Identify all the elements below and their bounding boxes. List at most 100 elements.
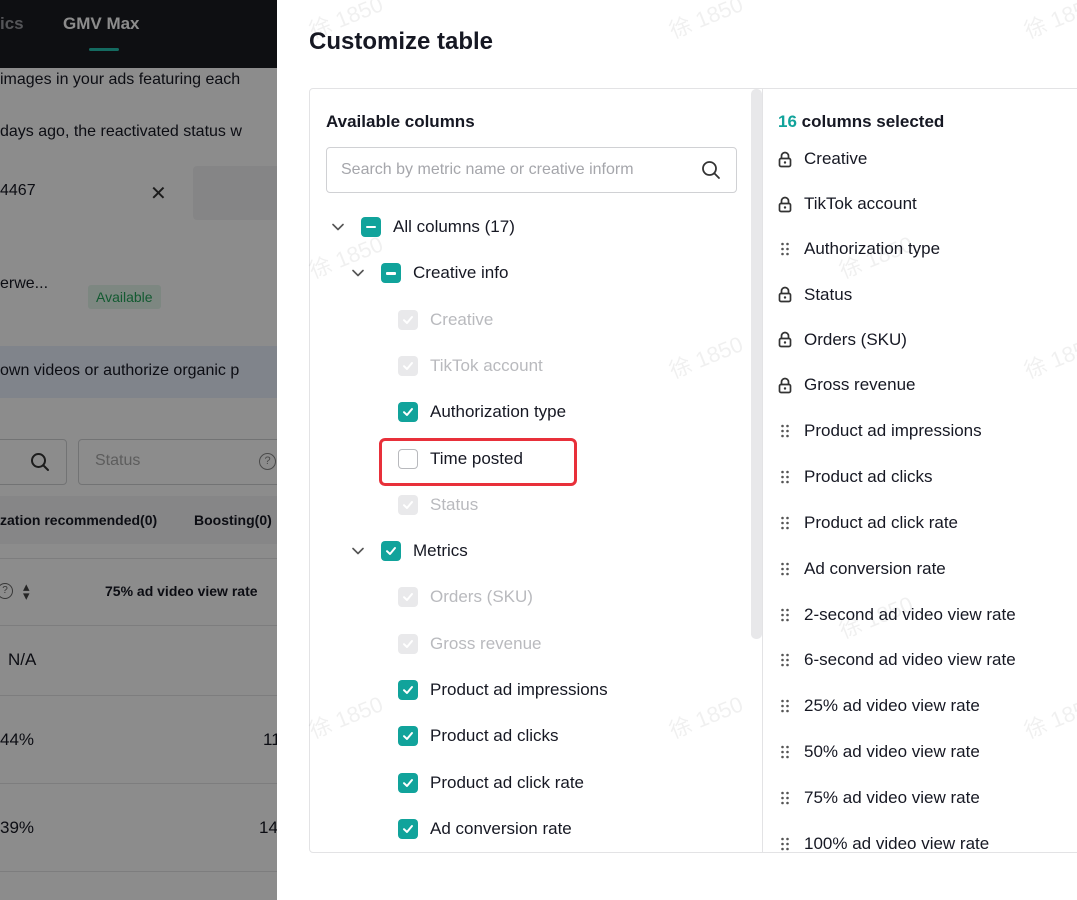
- tree-item-label: Gross revenue: [430, 633, 542, 653]
- tree-item-label: All columns (17): [393, 217, 515, 236]
- drawer-title: Customize table: [309, 28, 494, 55]
- selected-column-item[interactable]: 100% ad video view rate: [778, 831, 990, 853]
- background-page: ics GMV Max images in your ads featuring…: [0, 0, 277, 900]
- selected-column-item[interactable]: 25% ad video view rate: [778, 693, 980, 719]
- drag-handle-icon[interactable]: [778, 789, 792, 807]
- selected-column-item[interactable]: Ad conversion rate: [778, 556, 946, 582]
- selected-column-label: 25% ad video view rate: [804, 696, 980, 716]
- checkbox[interactable]: [361, 217, 381, 237]
- selected-column-label: Product ad clicks: [804, 466, 933, 486]
- drag-handle-icon[interactable]: [778, 468, 792, 486]
- drag-handle-icon[interactable]: [778, 697, 792, 715]
- checkbox[interactable]: [398, 402, 418, 423]
- selected-column-label: Orders (SKU): [804, 329, 907, 349]
- selected-column-item[interactable]: 6-second ad video view rate: [778, 647, 1016, 673]
- drag-handle-icon[interactable]: [778, 743, 792, 761]
- column-search-input[interactable]: [341, 148, 691, 192]
- column-search-box[interactable]: [326, 147, 737, 193]
- drag-handle-icon[interactable]: [778, 240, 792, 258]
- tree-item: Gross revenue: [398, 629, 542, 659]
- drag-handle-icon[interactable]: [778, 422, 792, 440]
- selected-column-label: Authorization type: [804, 239, 941, 259]
- selected-columns-panel: 16 columns selected Creative TikTok accou…: [763, 89, 1077, 853]
- selected-column-label: TikTok account: [804, 194, 917, 214]
- selected-column-label: Gross revenue: [804, 375, 916, 394]
- tree-item: Orders (SKU): [398, 582, 533, 612]
- modal-overlay[interactable]: [0, 0, 277, 900]
- tree-item[interactable]: Metrics: [348, 536, 468, 566]
- checkbox[interactable]: [398, 680, 418, 700]
- selected-column-label: Creative: [804, 149, 868, 168]
- drag-handle-icon[interactable]: [778, 514, 792, 532]
- checkbox: [398, 355, 418, 376]
- columns-panel: Available columns All columns (17) Creati…: [309, 88, 1077, 853]
- selected-heading-text: columns selected: [796, 112, 945, 131]
- tree-item[interactable]: Product ad impressions: [398, 675, 608, 705]
- tree-item[interactable]: Ad conversion rate: [398, 814, 572, 844]
- checkbox[interactable]: [381, 541, 401, 562]
- selected-column-label: 100% ad video view rate: [804, 834, 990, 853]
- lock-icon: [778, 150, 792, 168]
- selected-column-label: 50% ad video view rate: [804, 742, 980, 762]
- lock-icon: [778, 286, 792, 304]
- chevron-down-icon[interactable]: [328, 217, 348, 237]
- tree-item[interactable]: All columns (17): [328, 212, 515, 242]
- drag-handle-icon[interactable]: [778, 835, 792, 852]
- tree-item[interactable]: Authorization type: [398, 397, 566, 427]
- tree-item-label: Creative info: [413, 263, 509, 283]
- checkbox: [398, 309, 418, 330]
- search-icon[interactable]: [701, 160, 721, 185]
- tree-item: Creative: [398, 305, 493, 335]
- tree-item-label: Product ad clicks: [430, 726, 559, 746]
- tree-item: TikTok account: [398, 351, 543, 381]
- drag-handle-icon[interactable]: [778, 651, 792, 669]
- tree-item-label: Metrics: [413, 541, 468, 561]
- lock-icon: [778, 376, 792, 394]
- selected-column-item[interactable]: 2-second ad video view rate: [778, 602, 1016, 628]
- scrollbar[interactable]: [751, 89, 762, 639]
- tree-item[interactable]: Product ad click rate: [398, 768, 584, 798]
- checkbox[interactable]: [398, 818, 418, 839]
- drag-handle-icon[interactable]: [778, 560, 792, 578]
- lock-icon: [778, 195, 792, 213]
- checkbox[interactable]: [381, 263, 401, 284]
- chevron-down-icon[interactable]: [348, 541, 368, 561]
- checkbox: [398, 494, 418, 515]
- checkbox: [398, 587, 418, 608]
- selected-column-label: Product ad click rate: [804, 512, 959, 532]
- checkbox: [398, 633, 418, 654]
- tree-item-label: Creative: [430, 309, 494, 329]
- selected-column-label: Ad conversion rate: [804, 558, 946, 578]
- tree-item[interactable]: Creative info: [348, 258, 508, 288]
- watermark: 徐 1850: [665, 0, 747, 44]
- selected-count: 16: [778, 112, 797, 131]
- chevron-down-icon[interactable]: [348, 263, 368, 283]
- selected-column-label: 75% ad video view rate: [804, 788, 980, 808]
- watermark: 徐 1850: [1020, 0, 1077, 44]
- selected-column-item: TikTok account: [778, 191, 917, 217]
- tree-item[interactable]: Product ad clicks: [398, 721, 559, 751]
- available-columns-panel: Available columns All columns (17) Creati…: [310, 89, 762, 852]
- selected-column-label: 6-second ad video view rate: [804, 650, 1016, 670]
- selected-column-item[interactable]: Product ad click rate: [778, 510, 958, 536]
- lock-icon: [778, 331, 792, 349]
- selected-column-item[interactable]: Product ad clicks: [778, 464, 933, 490]
- selected-column-label: Product ad impressions: [804, 420, 982, 440]
- tree-item-label: Orders (SKU): [430, 587, 533, 607]
- selected-column-item[interactable]: 75% ad video view rate: [778, 785, 980, 811]
- selected-column-item[interactable]: 50% ad video view rate: [778, 739, 980, 765]
- selected-column-item[interactable]: Authorization type: [778, 236, 940, 262]
- tree-item-label: Ad conversion rate: [430, 818, 572, 838]
- tree-item-label: Authorization type: [430, 402, 567, 422]
- selected-column-item[interactable]: Product ad impressions: [778, 418, 982, 444]
- checkbox[interactable]: [398, 726, 418, 747]
- tree-item-label: TikTok account: [430, 355, 543, 375]
- available-columns-heading: Available columns: [326, 112, 475, 131]
- drag-handle-icon[interactable]: [778, 606, 792, 624]
- selected-column-item: Orders (SKU): [778, 327, 907, 353]
- tree-item-label: Status: [430, 494, 479, 514]
- tree-item-label: Product ad click rate: [430, 772, 585, 792]
- selected-column-label: 2-second ad video view rate: [804, 604, 1016, 624]
- selected-column-item: Status: [778, 282, 852, 308]
- checkbox[interactable]: [398, 772, 418, 793]
